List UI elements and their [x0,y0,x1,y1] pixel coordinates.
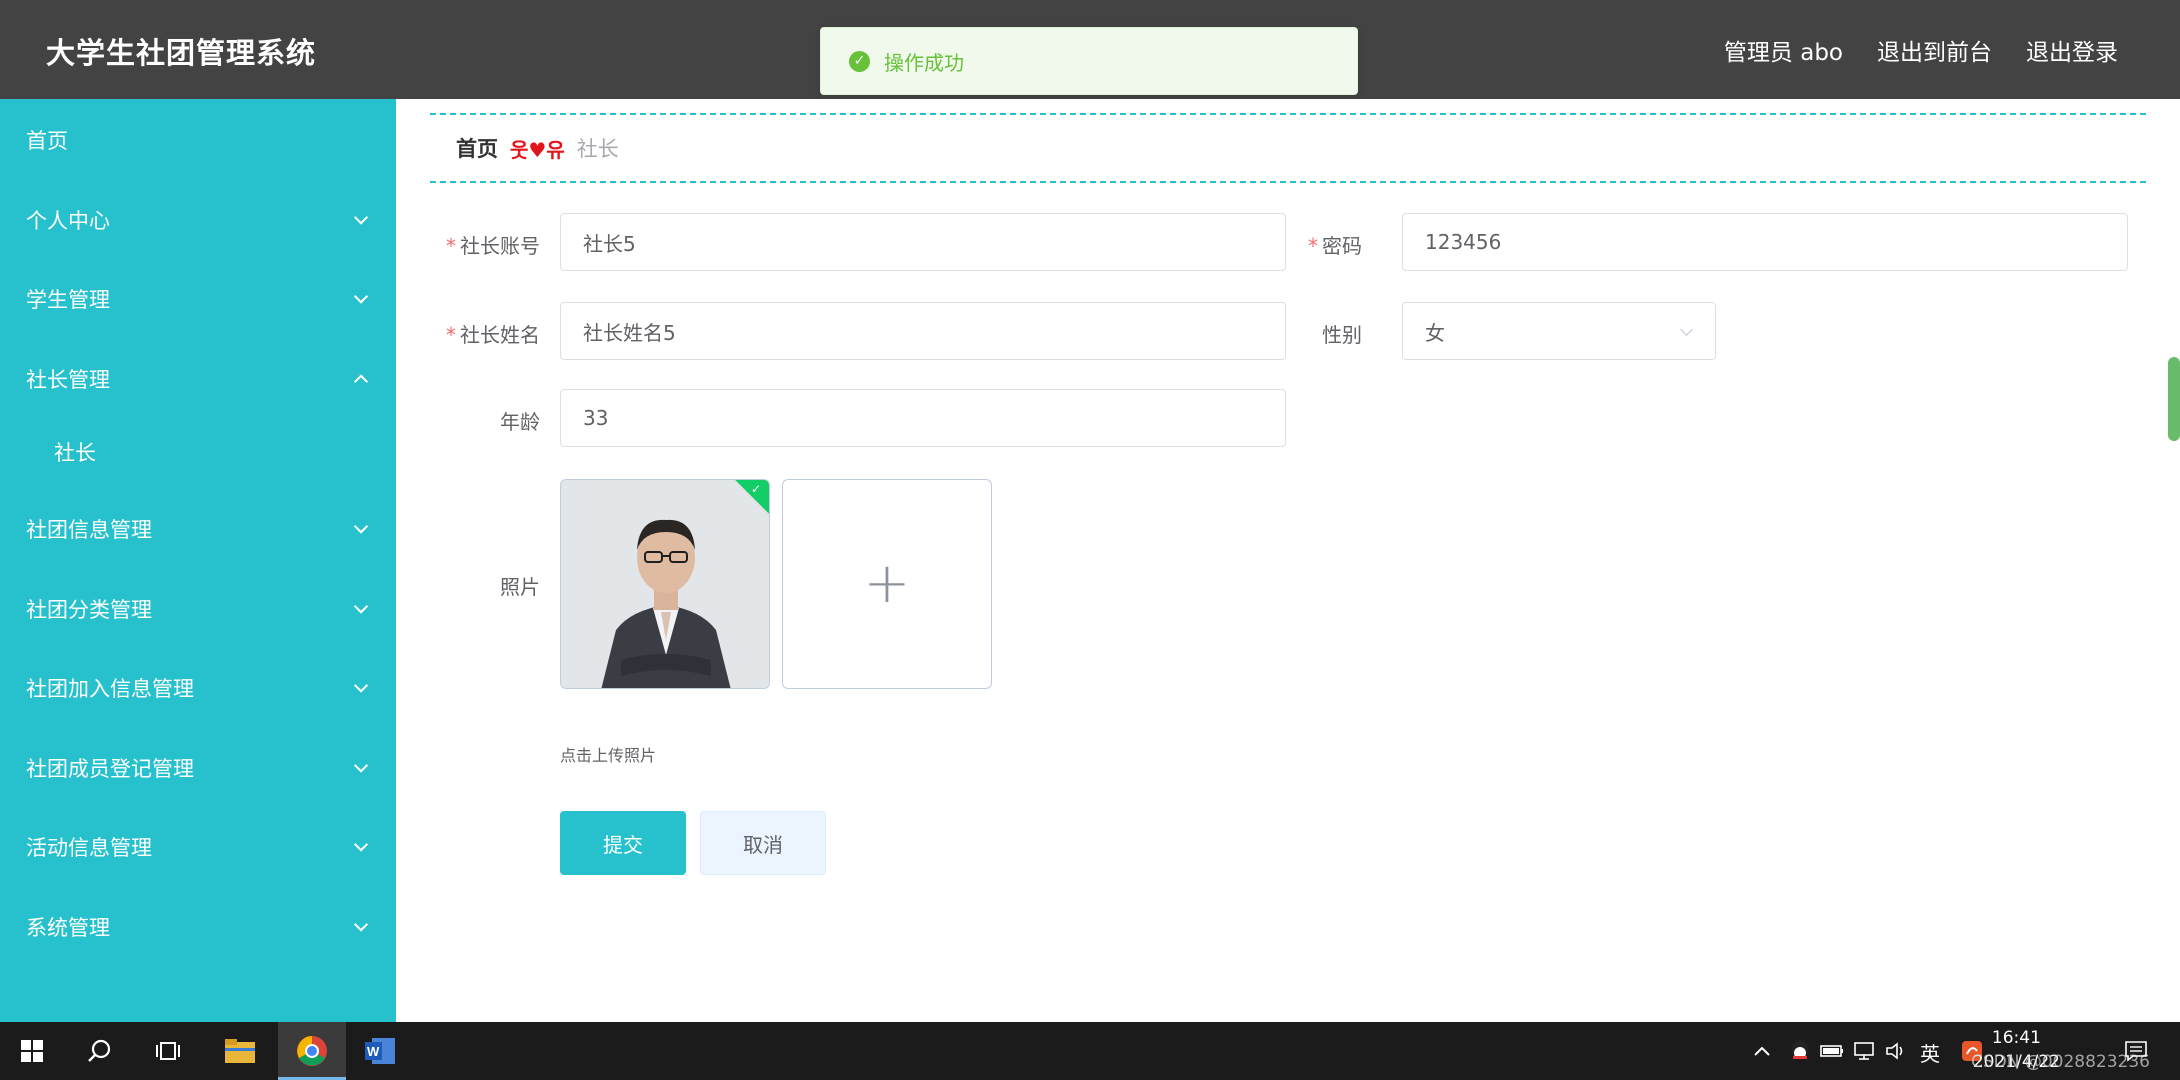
header-actions: 管理员 abo 退出到前台 退出登录 [1724,33,2118,67]
chevron-down-icon [353,837,369,852]
sidebar-item-personal-center[interactable]: 个人中心 [0,190,396,250]
breadcrumb-current: 社长 [576,137,619,161]
chevron-down-icon [353,599,369,614]
gender-label: 性别 [1322,323,1362,347]
file-explorer-icon[interactable] [220,1031,260,1071]
sidebar-item-label: 活动信息管理 [26,836,152,860]
search-icon[interactable] [80,1031,120,1071]
input-language-indicator[interactable]: 英 [1920,1038,1940,1067]
chevron-up-icon [353,374,369,389]
upload-hint: 点击上传照片 [560,746,657,765]
sidebar: 首页 个人中心 学生管理 社长管理 社长 社团信息管理 社团分类管理 社团加入信… [0,99,396,1022]
notification-icon[interactable] [2116,1031,2156,1071]
breadcrumb-separator: 웃♥유 [510,137,565,162]
sidebar-item-label: 社团分类管理 [26,598,152,622]
breadcrumb: 首页 웃♥유 社长 [430,113,2146,183]
svg-text:W: W [367,1044,380,1059]
logout-link[interactable]: 退出登录 [2026,33,2118,67]
chevron-down-icon [1680,323,1693,336]
chevron-down-icon [353,210,369,225]
age-input[interactable]: 33 [560,389,1286,447]
name-label: * 社长姓名 [446,323,540,347]
clock-time: 16:41 [1991,1028,2041,1048]
sidebar-item-club-info-management[interactable]: 社团信息管理 [0,499,396,559]
sidebar-item-student-management[interactable]: 学生管理 [0,269,396,329]
chevron-down-icon [353,289,369,304]
cancel-button[interactable]: 取消 [700,811,826,875]
check-icon: ✓ [750,482,761,496]
exit-to-front-link[interactable]: 退出到前台 [1877,33,1992,67]
windows-taskbar: W 英 16:41 2021/4/22 CSDN @0028823236 [0,1022,2180,1080]
app-title: 大学生社团管理系统 [46,36,317,70]
chevron-up-icon[interactable] [1742,1031,1782,1071]
sidebar-item-label: 社团信息管理 [26,518,152,542]
sidebar-item-label: 社长管理 [26,368,110,392]
current-user-label: 管理员 abo [1723,40,1843,66]
toast-message: 操作成功 [884,50,964,75]
submit-button[interactable]: 提交 [560,811,686,875]
name-input[interactable]: 社长姓名5 [560,302,1286,360]
sidebar-item-label: 社长 [54,441,96,465]
age-label: 年龄 [500,410,540,434]
sidebar-item-label: 社团加入信息管理 [26,677,194,701]
windows-start-icon[interactable] [12,1031,52,1071]
check-circle-icon: ✓ [849,50,870,72]
password-input[interactable]: 123456 [1402,213,2128,271]
chevron-down-icon [353,519,369,534]
task-view-icon[interactable] [148,1031,188,1071]
gender-select[interactable]: 女 [1402,302,1716,360]
chevron-down-icon [353,678,369,693]
account-label: * 社长账号 [446,234,540,258]
word-icon[interactable]: W [360,1031,400,1071]
uploaded-photo[interactable]: ✓ [560,479,770,689]
portrait-image [561,480,769,688]
photo-upload-button[interactable]: + [782,479,992,689]
chrome-icon[interactable] [292,1031,332,1071]
sidebar-subitem-president[interactable]: 社长 [0,422,396,482]
sidebar-item-member-registration-management[interactable]: 社团成员登记管理 [0,738,396,798]
photo-label: 照片 [500,575,540,599]
sidebar-item-label: 学生管理 [26,288,110,312]
president-form: * 社长账号 社长5 * 密码 123456 * 社长姓名 社长姓名5 性别 女 年龄… [430,197,2146,921]
sidebar-item-president-management[interactable]: 社长管理 [0,349,396,409]
scrollbar-thumb[interactable] [2168,357,2180,441]
sidebar-item-club-category-management[interactable]: 社团分类管理 [0,579,396,639]
sidebar-item-home[interactable]: 首页 [0,110,396,170]
main-content: 首页 웃♥유 社长 * 社长账号 社长5 * 密码 123456 * 社长姓名 社长姓… [396,99,2180,1022]
sidebar-item-system-management[interactable]: 系统管理 [0,897,396,957]
sidebar-item-label: 系统管理 [26,916,110,940]
sidebar-item-label: 社团成员登记管理 [26,757,194,781]
sidebar-item-club-join-management[interactable]: 社团加入信息管理 [0,658,396,718]
account-input[interactable]: 社长5 [560,213,1286,271]
sidebar-item-label: 首页 [26,129,68,153]
plus-icon: + [863,551,911,616]
chevron-down-icon [353,917,369,932]
breadcrumb-home[interactable]: 首页 [456,133,498,163]
password-label: * 密码 [1308,234,1362,258]
sidebar-item-label: 个人中心 [26,209,110,233]
chevron-down-icon [353,758,369,773]
sidebar-item-activity-management[interactable]: 活动信息管理 [0,817,396,877]
success-toast: ✓ 操作成功 [820,27,1358,95]
volume-icon[interactable] [1876,1031,1916,1071]
